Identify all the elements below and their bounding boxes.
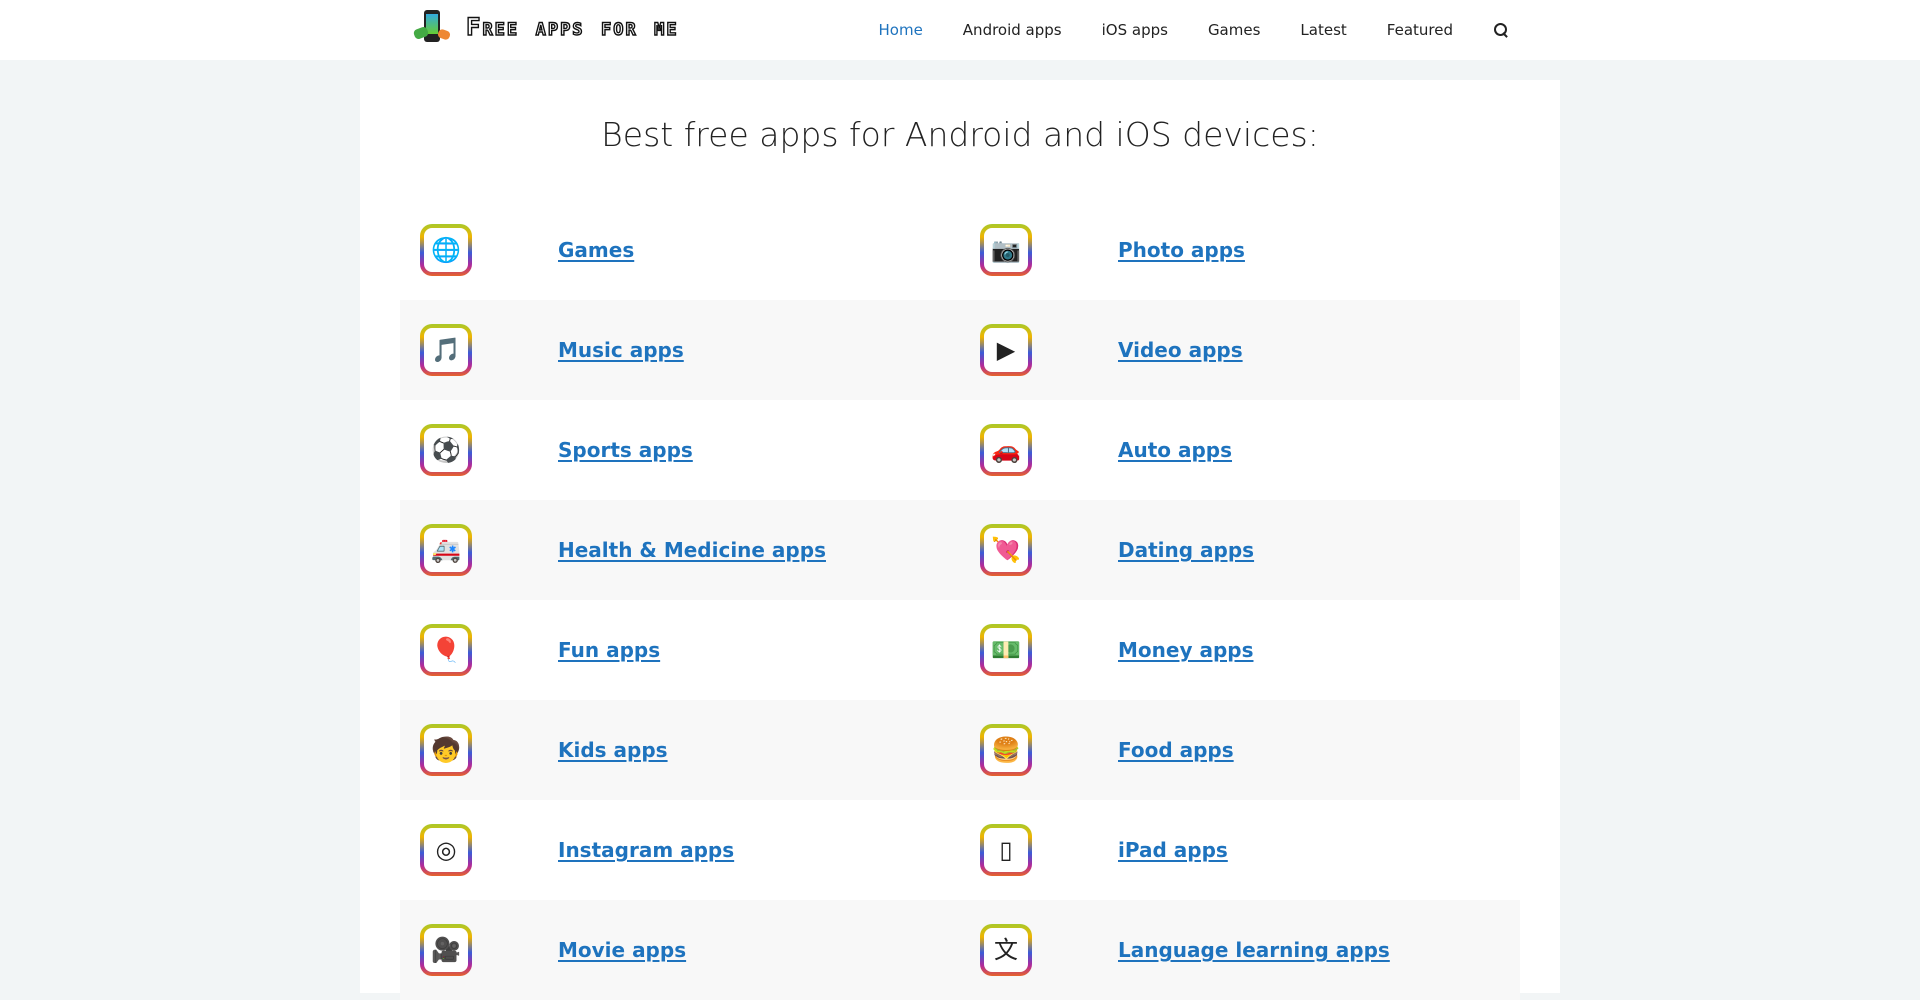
category-link[interactable]: Movie apps xyxy=(558,938,686,962)
ambulance-icon-glyph: 🚑 xyxy=(424,528,468,572)
category-link[interactable]: Photo apps xyxy=(1118,238,1245,262)
nav-latest[interactable]: Latest xyxy=(1300,21,1346,39)
logo-phone-icon xyxy=(412,6,452,48)
heart-arrow-icon-glyph: 💘 xyxy=(984,528,1028,572)
category-row: 🎥 Movie apps 文 Language learning apps xyxy=(400,900,1520,1000)
ipad-icon[interactable]: ▯ xyxy=(980,824,1032,876)
kids-icon-glyph: 🧒 xyxy=(424,728,468,772)
ipad-icon-glyph: ▯ xyxy=(984,828,1028,872)
money-icon[interactable]: 💵 xyxy=(980,624,1032,676)
translate-icon-glyph: 文 xyxy=(984,928,1028,972)
burger-icon[interactable]: 🍔 xyxy=(980,724,1032,776)
nav-featured[interactable]: Featured xyxy=(1387,21,1453,39)
category-grid: 🌐 Games 📷 Photo apps 🎵 Music apps ▶ Video apps ⚽… xyxy=(400,200,1520,1000)
category-link[interactable]: Music apps xyxy=(558,338,684,362)
category-item: ◎ Instagram apps xyxy=(400,800,960,900)
category-item: 🍔 Food apps xyxy=(960,700,1520,800)
movie-camera-icon-glyph: 🎥 xyxy=(424,928,468,972)
page-title: Best free apps for Android and iOS devic… xyxy=(601,115,1319,154)
car-icon[interactable]: 🚗 xyxy=(980,424,1032,476)
movie-camera-icon[interactable]: 🎥 xyxy=(420,924,472,976)
category-row: 🎵 Music apps ▶ Video apps xyxy=(400,300,1520,400)
category-link[interactable]: Language learning apps xyxy=(1118,938,1390,962)
category-row: 🎈 Fun apps 💵 Money apps xyxy=(400,600,1520,700)
category-item: 💵 Money apps xyxy=(960,600,1520,700)
category-row: 🌐 Games 📷 Photo apps xyxy=(400,200,1520,300)
category-row: ⚽ Sports apps 🚗 Auto apps xyxy=(400,400,1520,500)
burger-icon-glyph: 🍔 xyxy=(984,728,1028,772)
category-item: ⚽ Sports apps xyxy=(400,400,960,500)
kids-icon[interactable]: 🧒 xyxy=(420,724,472,776)
instagram-icon[interactable]: ◎ xyxy=(420,824,472,876)
category-item: 💘 Dating apps xyxy=(960,500,1520,600)
category-item: 🚗 Auto apps xyxy=(960,400,1520,500)
category-link[interactable]: Health & Medicine apps xyxy=(558,538,826,562)
nav-games[interactable]: Games xyxy=(1208,21,1260,39)
site-header: Free apps for me Home Android apps iOS a… xyxy=(0,0,1920,60)
music-notes-icon-glyph: 🎵 xyxy=(424,328,468,372)
nav-home[interactable]: Home xyxy=(879,21,923,39)
globe-gamepad-icon-glyph: 🌐 xyxy=(424,228,468,272)
category-link[interactable]: Dating apps xyxy=(1118,538,1254,562)
balloons-icon-glyph: 🎈 xyxy=(424,628,468,672)
category-row: 🧒 Kids apps 🍔 Food apps xyxy=(400,700,1520,800)
balloons-icon[interactable]: 🎈 xyxy=(420,624,472,676)
category-item: 🎈 Fun apps xyxy=(400,600,960,700)
globe-gamepad-icon[interactable]: 🌐 xyxy=(420,224,472,276)
site-logo[interactable]: Free apps for me xyxy=(412,6,766,48)
category-link[interactable]: Auto apps xyxy=(1118,438,1232,462)
video-play-icon[interactable]: ▶ xyxy=(980,324,1032,376)
heart-arrow-icon[interactable]: 💘 xyxy=(980,524,1032,576)
main-nav: Home Android apps iOS apps Games Latest … xyxy=(839,0,1510,60)
money-icon-glyph: 💵 xyxy=(984,628,1028,672)
main-content: Best free apps for Android and iOS devic… xyxy=(360,80,1560,1000)
category-row: 🚑 Health & Medicine apps 💘 Dating apps xyxy=(400,500,1520,600)
category-item: 🧒 Kids apps xyxy=(400,700,960,800)
category-link[interactable]: Fun apps xyxy=(558,638,660,662)
category-link[interactable]: iPad apps xyxy=(1118,838,1228,862)
instagram-icon-glyph: ◎ xyxy=(424,828,468,872)
camera-icon-glyph: 📷 xyxy=(984,228,1028,272)
logo-text: Free apps for me xyxy=(458,10,766,44)
calendar-ball-icon-glyph: ⚽ xyxy=(424,428,468,472)
category-item: 🎵 Music apps xyxy=(400,300,960,400)
video-play-icon-glyph: ▶ xyxy=(984,328,1028,372)
car-icon-glyph: 🚗 xyxy=(984,428,1028,472)
category-link[interactable]: Money apps xyxy=(1118,638,1253,662)
category-item: ▯ iPad apps xyxy=(960,800,1520,900)
camera-icon[interactable]: 📷 xyxy=(980,224,1032,276)
music-notes-icon[interactable]: 🎵 xyxy=(420,324,472,376)
nav-android-apps[interactable]: Android apps xyxy=(963,21,1062,39)
category-item: ▶ Video apps xyxy=(960,300,1520,400)
category-item: 文 Language learning apps xyxy=(960,900,1520,1000)
translate-icon[interactable]: 文 xyxy=(980,924,1032,976)
category-link[interactable]: Sports apps xyxy=(558,438,693,462)
calendar-ball-icon[interactable]: ⚽ xyxy=(420,424,472,476)
category-link[interactable]: Video apps xyxy=(1118,338,1243,362)
category-row: ◎ Instagram apps ▯ iPad apps xyxy=(400,800,1520,900)
category-item: 🚑 Health & Medicine apps xyxy=(400,500,960,600)
category-link[interactable]: Games xyxy=(558,238,634,262)
category-item: 🎥 Movie apps xyxy=(400,900,960,1000)
category-link[interactable]: Kids apps xyxy=(558,738,668,762)
ambulance-icon[interactable]: 🚑 xyxy=(420,524,472,576)
category-item: 📷 Photo apps xyxy=(960,200,1520,300)
category-link[interactable]: Food apps xyxy=(1118,738,1234,762)
category-item: 🌐 Games xyxy=(400,200,960,300)
category-link[interactable]: Instagram apps xyxy=(558,838,734,862)
search-icon[interactable] xyxy=(1493,22,1509,38)
nav-ios-apps[interactable]: iOS apps xyxy=(1102,21,1168,39)
